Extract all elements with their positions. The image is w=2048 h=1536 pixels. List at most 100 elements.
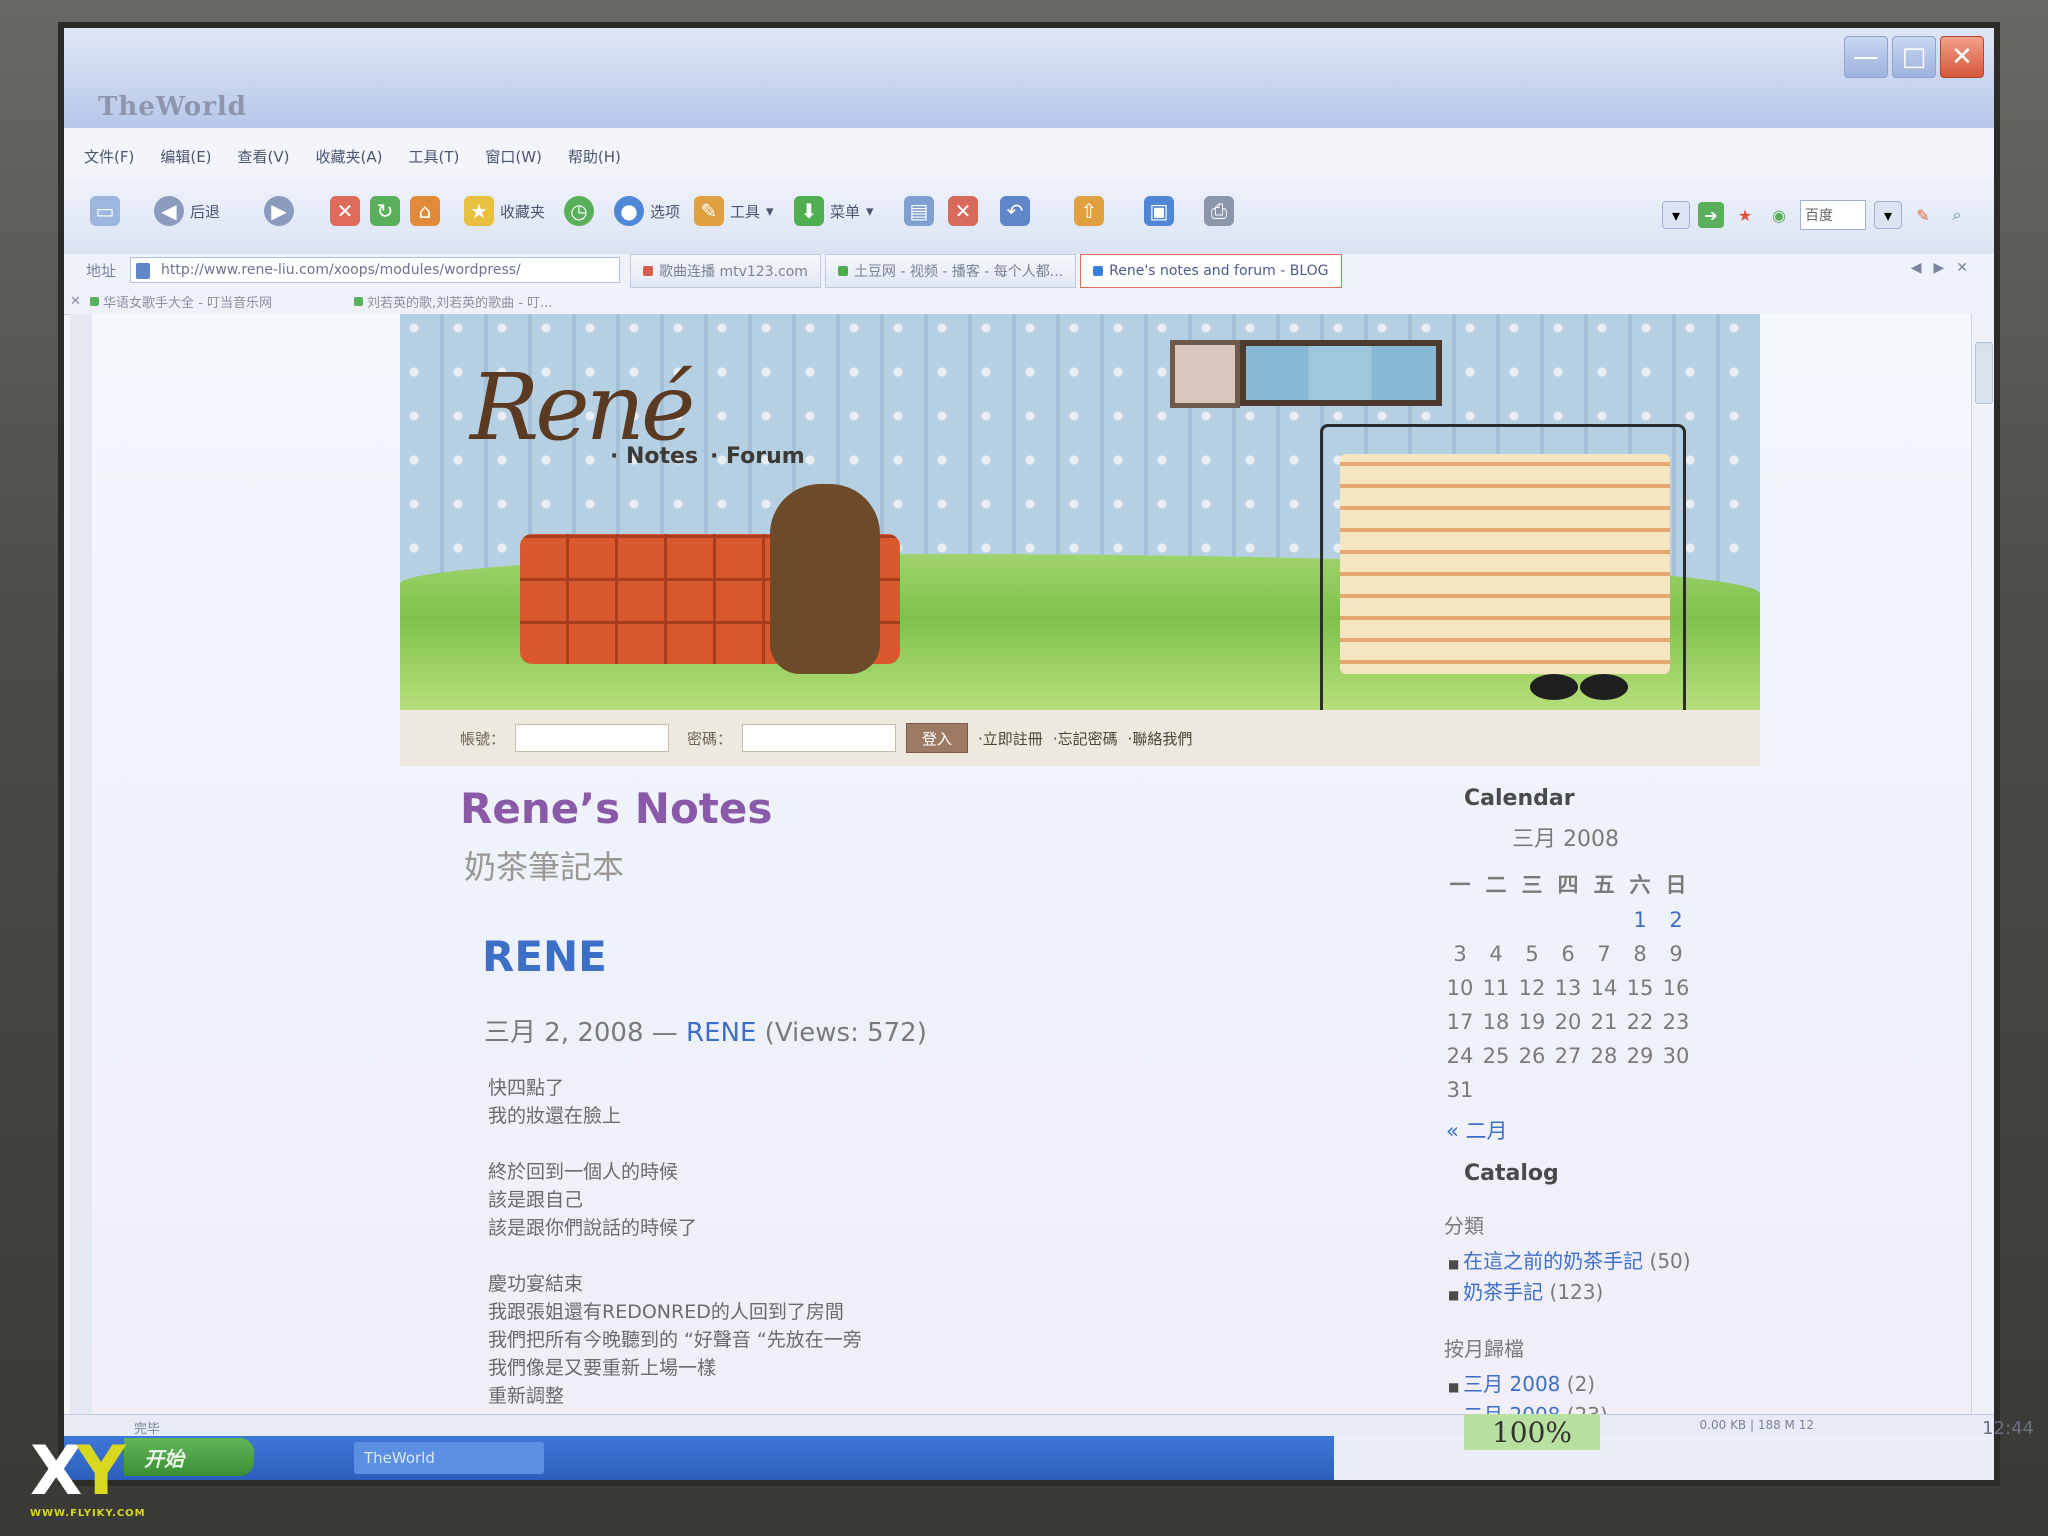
calendar-day: 13 — [1554, 976, 1582, 1000]
post-author-link[interactable]: RENE — [686, 1018, 756, 1048]
close-button[interactable]: ✕ — [1940, 36, 1984, 78]
forgot-password-link[interactable]: ·忘記密碼 — [1053, 728, 1118, 749]
calendar-week: 31 — [1442, 1073, 1694, 1107]
nav-forum-link[interactable]: · Forum — [710, 444, 805, 469]
nav-notes-link[interactable]: · Notes — [610, 444, 698, 469]
calendar-weekday: 日 — [1665, 873, 1687, 897]
title-bar: TheWorld — □ ✕ — [64, 28, 1994, 128]
layout-button[interactable]: ▤ — [904, 196, 934, 226]
post-title[interactable]: RENE — [482, 932, 607, 981]
menu-view[interactable]: 查看(V) — [238, 146, 290, 167]
download-arrow-icon: ⬇ — [794, 196, 824, 226]
favorites-button[interactable]: ★ 收藏夹 — [464, 196, 545, 226]
maximize-button[interactable]: □ — [1892, 36, 1936, 78]
scrollbar-thumb[interactable] — [1975, 342, 1993, 404]
category-link[interactable]: 在這之前的奶茶手記 — [1463, 1249, 1643, 1273]
network-icon: ▣ — [1144, 196, 1174, 226]
menu-window[interactable]: 窗口(W) — [485, 146, 542, 167]
list-item: 二月 2008 (23) — [1448, 1401, 1742, 1414]
side-panel-strip[interactable] — [70, 314, 93, 1414]
close-tabs-button[interactable]: ✕ — [948, 196, 978, 226]
search-engine-select[interactable]: 百度 — [1800, 200, 1866, 230]
history-button[interactable]: ◷ — [564, 196, 594, 226]
password-input[interactable] — [742, 724, 897, 752]
dropdown-icon[interactable]: ▾ — [1662, 201, 1690, 229]
account-input[interactable] — [515, 724, 670, 752]
favorite-link[interactable]: 华语女歌手大全 - 叮当音乐网 — [90, 290, 272, 312]
tools-button[interactable]: ✎ 工具 ▾ — [694, 196, 774, 226]
back-button[interactable]: ◀ 后退 — [154, 196, 220, 226]
undo-button[interactable]: ↶ — [1000, 196, 1030, 226]
tab-scroll-controls[interactable]: ◀▶✕ — [1911, 260, 1980, 276]
tab-tudou[interactable]: 土豆网 - 视频 - 播客 - 每个人都... — [824, 254, 1077, 288]
go-arrow-icon[interactable]: ➔ — [1698, 202, 1724, 228]
menu-edit[interactable]: 编辑(E) — [160, 146, 211, 167]
zoom-level[interactable]: 100% — [1464, 1414, 1600, 1450]
calendar-weekday: 一 — [1449, 873, 1471, 897]
list-item: 三月 2008 (2) — [1448, 1370, 1742, 1401]
network-button[interactable]: ▣ — [1144, 196, 1174, 226]
archive-link[interactable]: 三月 2008 — [1463, 1372, 1560, 1396]
calendar-empty-cell — [1442, 903, 1478, 937]
home-button[interactable]: ⌂ — [410, 196, 440, 226]
archives-label: 按月歸檔 — [1444, 1337, 1524, 1361]
calendar-day: 6 — [1561, 942, 1575, 966]
stop-icon: ✕ — [330, 196, 360, 226]
contact-link[interactable]: ·聯絡我們 — [1128, 728, 1193, 749]
star-icon[interactable]: ★ — [1732, 202, 1758, 228]
site-title[interactable]: Rene’s Notes — [460, 784, 772, 833]
calendar-day[interactable]: 2 — [1658, 903, 1694, 937]
menu-button[interactable]: ⬇ 菜单 ▾ — [794, 196, 874, 226]
toolbar: ▭ ◀ 后退 ▶ ✕ ↻ ⌂ ★ 收藏夹 ◷ ● 选项 ✎ 工具 ▾ ⬇ 菜单 … — [64, 178, 1994, 255]
calendar-caption: 三月 2008 — [1512, 827, 1619, 852]
tab-rene-blog[interactable]: Rene's notes and forum - BLOG — [1080, 254, 1342, 288]
clock-icon: ◷ — [564, 196, 594, 226]
calendar-week: 12 — [1442, 903, 1694, 937]
forward-arrow-icon: ▶ — [264, 196, 294, 226]
print-button[interactable]: ⎙ — [1204, 196, 1234, 226]
up-button[interactable]: ⇧ — [1074, 196, 1104, 226]
undo-icon: ↶ — [1000, 196, 1030, 226]
options-button[interactable]: ● 选项 — [614, 196, 680, 226]
taskbar-window-theworld[interactable]: TheWorld — [354, 1442, 544, 1474]
site-subtitle: 奶茶筆記本 — [464, 848, 625, 886]
favorite-link[interactable]: 刘若英的歌,刘若英的歌曲 - 叮... — [354, 290, 553, 312]
calendar-empty-cell — [1586, 903, 1622, 937]
new-page-button[interactable]: ▭ — [90, 196, 120, 226]
login-button[interactable]: 登入 — [906, 723, 969, 753]
find-icon[interactable]: ⌕ — [1944, 202, 1970, 228]
close-favorites-icon[interactable]: ✕ — [70, 290, 81, 312]
chevron-down-icon[interactable]: ▾ — [1874, 201, 1902, 229]
highlight-icon[interactable]: ✎ — [1910, 202, 1936, 228]
calendar-day[interactable]: 1 — [1622, 903, 1658, 937]
archive-link[interactable]: 二月 2008 — [1463, 1403, 1560, 1414]
close-window-icon: ✕ — [948, 196, 978, 226]
refresh-button[interactable]: ↻ — [370, 196, 400, 226]
stop-button[interactable]: ✕ — [330, 196, 360, 226]
start-button[interactable]: 开始 — [124, 1438, 254, 1476]
forward-button[interactable]: ▶ — [264, 196, 294, 226]
calendar-day: 11 — [1482, 976, 1510, 1000]
tab-label: 歌曲连播 mtv123.com — [659, 264, 808, 280]
register-link[interactable]: ·立即註冊 — [978, 728, 1043, 749]
calendar-day: 28 — [1590, 1044, 1618, 1068]
window-controls: — □ ✕ — [1844, 36, 1984, 78]
tab-mtv123[interactable]: 歌曲连播 mtv123.com — [630, 254, 821, 288]
chevron-down-icon: ▾ — [866, 202, 874, 220]
vertical-scrollbar[interactable] — [1971, 314, 1994, 1414]
minimize-button[interactable]: — — [1844, 36, 1888, 78]
refresh-icon: ↻ — [370, 196, 400, 226]
window-title: TheWorld — [98, 92, 247, 122]
post-paragraph: 快四點了 我的妝還在臉上 — [488, 1077, 622, 1127]
menu-file[interactable]: 文件(F) — [84, 146, 134, 167]
menu-favorites[interactable]: 收藏夹(A) — [316, 146, 383, 167]
menu-tools[interactable]: 工具(T) — [408, 146, 459, 167]
calendar-day: 3 — [1453, 942, 1467, 966]
address-input[interactable]: http://www.rene-liu.com/xoops/modules/wo… — [130, 257, 620, 283]
calendar-prev-month-link[interactable]: « 二月 — [1446, 1115, 1742, 1145]
calendar-day: 20 — [1554, 1010, 1582, 1034]
globe-icon[interactable]: ◉ — [1766, 202, 1792, 228]
category-link[interactable]: 奶茶手記 — [1463, 1280, 1543, 1304]
tools-label: 工具 — [730, 202, 761, 221]
menu-help[interactable]: 帮助(H) — [568, 146, 621, 167]
